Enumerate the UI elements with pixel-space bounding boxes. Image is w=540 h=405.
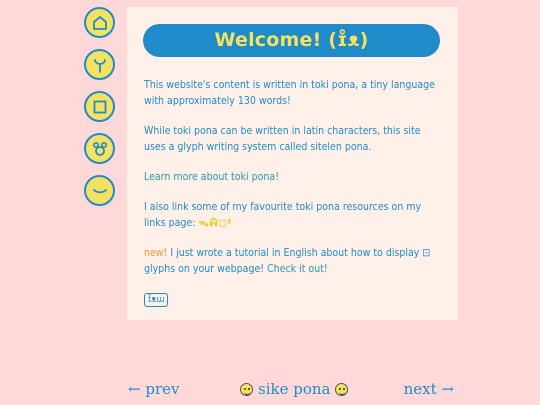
writing-paragraph: While toki pona can be written in latin … xyxy=(144,125,421,153)
sprout-icon xyxy=(93,58,106,73)
sidebar-nav xyxy=(84,7,118,217)
glyph-icon: ⊡ xyxy=(422,247,431,259)
content-card: Welcome! (ɪ̊ᴥ) This website's content is… xyxy=(127,7,458,320)
home-icon xyxy=(92,15,107,30)
nav-square-button[interactable] xyxy=(84,91,115,122)
smiley-icon xyxy=(335,382,349,396)
links-page-glyph-link[interactable]: ᯓᕱ◻ᵡ xyxy=(198,217,232,229)
smiley-icon xyxy=(240,382,253,396)
smile-icon xyxy=(92,188,107,193)
new-badge: new! xyxy=(144,247,168,259)
bear-icon xyxy=(92,141,107,156)
prev-link[interactable]: ← prev xyxy=(128,380,179,398)
main-content: This website's content is written in tok… xyxy=(144,77,444,307)
square-icon xyxy=(93,100,106,113)
check-it-out-link[interactable]: Check it out! xyxy=(267,263,328,275)
next-link[interactable]: next → xyxy=(404,380,454,398)
tutorial-paragraph: new! I just wrote a tutorial in English … xyxy=(144,245,444,277)
learn-more-link[interactable]: Learn more about toki pona! xyxy=(144,171,279,183)
links-text: I also link some of my favourite toki po… xyxy=(144,201,422,229)
webring-center: sike pona xyxy=(240,380,349,398)
nav-home-button[interactable] xyxy=(84,7,115,38)
nav-sprout-button[interactable] xyxy=(84,49,115,80)
webring-nav: ← prev sike pona next → xyxy=(128,380,454,402)
glyph-button-badge[interactable]: ɪ̊ᴥɯ xyxy=(144,293,169,307)
intro-paragraph: This website's content is written in tok… xyxy=(144,79,435,107)
nav-smile-button[interactable] xyxy=(84,175,115,206)
sike-pona-link[interactable]: sike pona xyxy=(258,380,330,398)
tutorial-text-2: glyphs on your webpage! xyxy=(144,263,265,275)
nav-bear-button[interactable] xyxy=(84,133,115,164)
learn-paragraph: Learn more about toki pona! xyxy=(144,169,444,185)
tutorial-text: I just wrote a tutorial in English about… xyxy=(170,247,420,259)
page-title: Welcome! (ɪ̊ᴥ) xyxy=(214,29,369,51)
links-paragraph: I also link some of my favourite toki po… xyxy=(144,199,444,231)
welcome-banner: Welcome! (ɪ̊ᴥ) xyxy=(143,24,440,57)
